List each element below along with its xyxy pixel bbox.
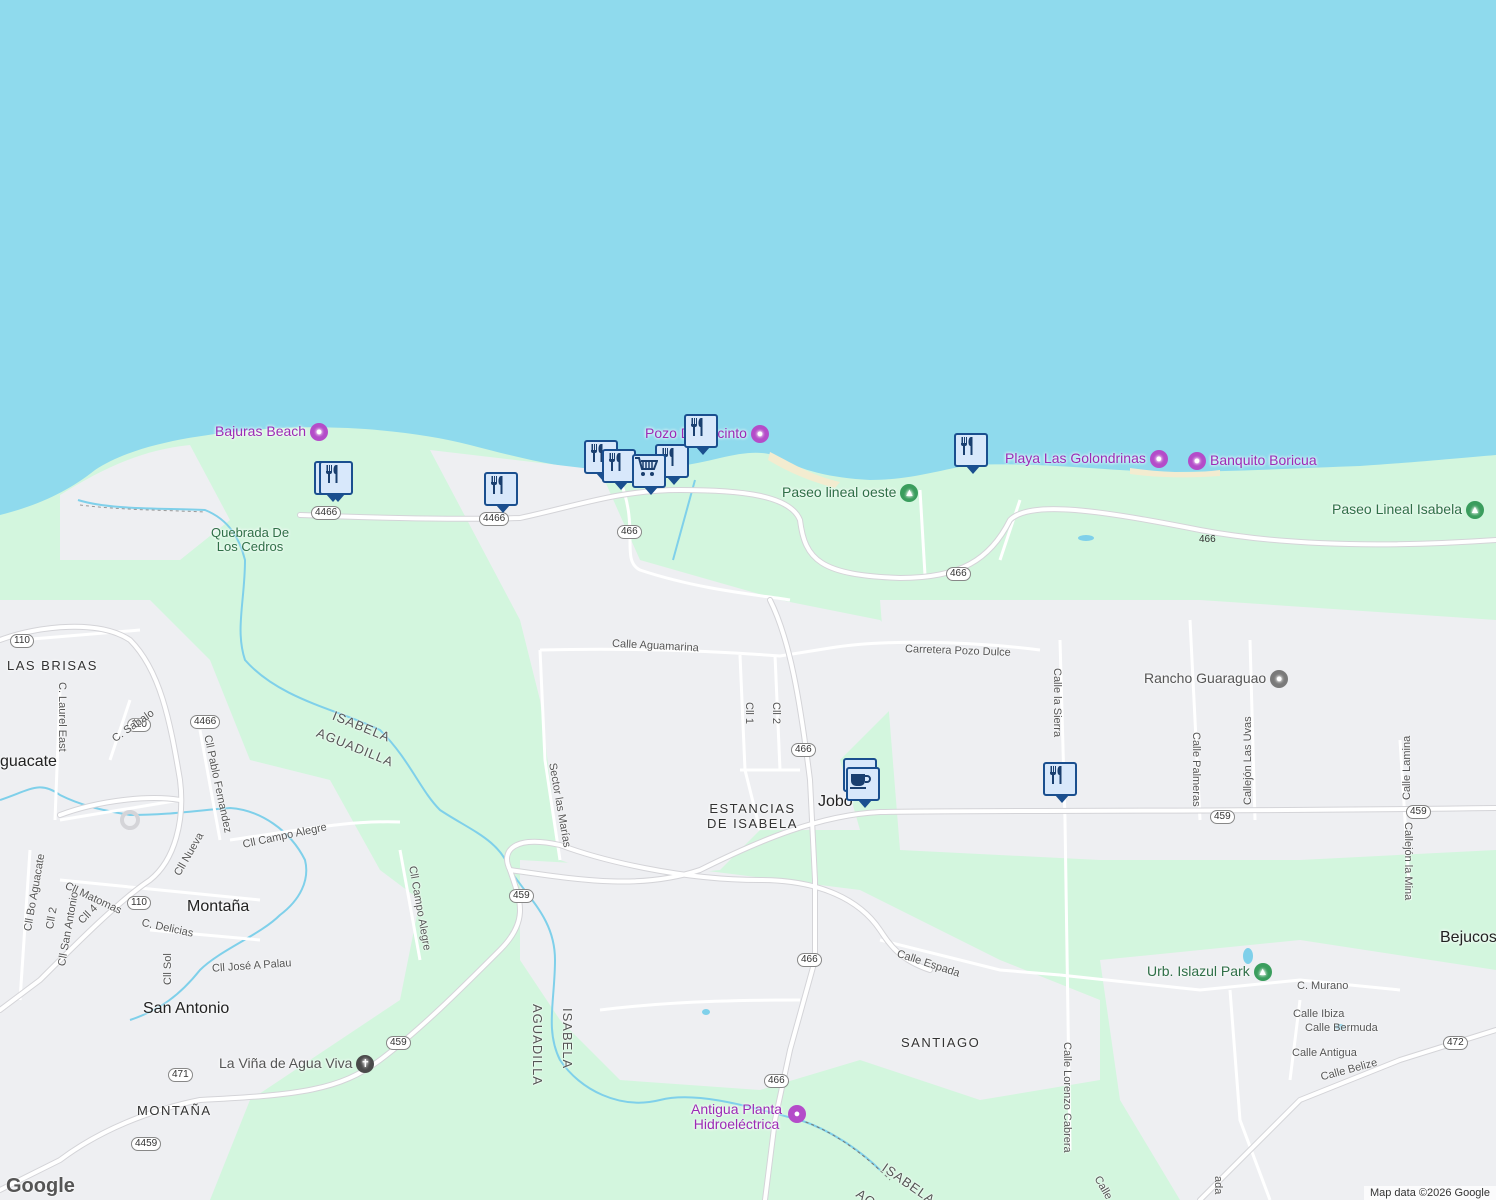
route-shield-459: 459 <box>1406 805 1431 819</box>
google-logo: Google <box>6 1175 75 1197</box>
street-cll-sol: Cll Sol <box>162 953 174 985</box>
area-estancias-de-isabela: ESTANCIAS DE ISABELA <box>707 801 798 831</box>
poi-label: La Viña de Agua Viva <box>219 1055 353 1071</box>
poi-bajuras-beach[interactable]: Bajuras Beach ● <box>215 423 329 442</box>
poi-la-vina-de-agua-viva[interactable]: La Viña de Agua Viva ✝ <box>219 1055 375 1074</box>
route-shield-110: 110 <box>127 896 151 910</box>
camera-icon: ● <box>1188 452 1206 471</box>
route-shield-459: 459 <box>1210 810 1235 824</box>
park-paseo-lineal-oeste[interactable]: Paseo lineal oeste ▲ <box>782 484 919 503</box>
poi-label: Rancho Guaraguao <box>1144 670 1267 686</box>
route-shield-110: 110 <box>10 634 34 648</box>
area-label-line-1: ESTANCIAS <box>709 801 796 816</box>
tree-icon: ▲ <box>1466 501 1484 520</box>
route-shield-466: 466 <box>764 1074 789 1088</box>
restaurant-icon <box>961 437 973 455</box>
restaurant-icon <box>1050 766 1062 784</box>
restaurant-marker[interactable] <box>484 472 518 513</box>
route-shield-4466: 4466 <box>190 715 221 729</box>
route-shield-466: 466 <box>617 525 642 539</box>
restaurant-marker[interactable] <box>1043 762 1077 803</box>
stream-label-line-1: Quebrada De <box>211 525 290 540</box>
municipality-aguadilla: AGUADILLA <box>530 1004 545 1086</box>
map-attribution[interactable]: Map data ©2026 Google <box>1363 1186 1496 1200</box>
restaurant-marker[interactable] <box>684 414 718 455</box>
route-label-466: 466 <box>1199 534 1216 545</box>
route-shield-472: 472 <box>1443 1036 1468 1050</box>
poi-label: Bajuras Beach <box>215 423 307 439</box>
camera-icon: ● <box>310 423 329 442</box>
restaurant-marker[interactable] <box>954 433 988 474</box>
street-fragment: ada <box>1212 1176 1224 1195</box>
street-cll-2: Cll 2 <box>770 702 782 725</box>
restaurant-marker[interactable] <box>602 449 636 490</box>
street-calle-la-sierra: Calle la Sierra <box>1051 668 1063 738</box>
restaurant-icon <box>609 453 621 471</box>
area-santiago: SANTIAGO <box>901 1035 981 1050</box>
route-shield-466: 466 <box>946 567 971 581</box>
street-calle-bermuda: Calle Bermuda <box>1305 1022 1378 1034</box>
street-callejon-las-uvas: Callejón Las Uvas <box>1242 716 1254 805</box>
tree-icon: ▲ <box>1253 963 1272 982</box>
park-label: Paseo Lineal Isabela <box>1332 501 1462 517</box>
street-c-laurel-east: C. Laurel East <box>56 682 68 752</box>
restaurant-icon <box>326 465 338 483</box>
street-c-murano: C. Murano <box>1297 980 1349 992</box>
town-bejucos: Bejucos <box>1440 929 1496 946</box>
street-calle-ibiza: Calle Ibiza <box>1293 1008 1345 1020</box>
poi-antigua-planta-hidroelectrica[interactable]: Antigua Planta Hidroeléctrica <box>691 1102 782 1132</box>
route-shield-4466: 4466 <box>479 512 510 526</box>
poi-playa-las-golondrinas[interactable]: Playa Las Golondrinas ● <box>1005 450 1168 469</box>
map-canvas[interactable]: 4466 4466 466 466 466 466 466 466 110 11… <box>0 0 1496 1200</box>
cross-icon: ✝ <box>356 1055 375 1074</box>
street-calle-lamina: Calle Lamina <box>1401 735 1413 800</box>
poi-label-line-1: Antigua Planta <box>691 1101 783 1117</box>
shopping-marker[interactable] <box>632 454 666 495</box>
park-paseo-lineal-isabela[interactable]: Paseo Lineal Isabela ▲ <box>1332 501 1484 520</box>
street-callejon-la-mina: Callejón la Mina <box>1402 822 1414 901</box>
route-shield-459: 459 <box>386 1036 411 1050</box>
restaurant-icon <box>691 418 703 436</box>
restaurant-marker[interactable] <box>319 461 353 502</box>
park-label: Urb. Islazul Park <box>1147 963 1250 979</box>
route-shield-471: 471 <box>168 1068 193 1082</box>
pin-icon: ● <box>1270 670 1289 689</box>
poi-banquito-boricua[interactable]: ● Banquito Boricua <box>1188 452 1317 471</box>
stream-quebrada-de-los-cedros: Quebrada De Los Cedros <box>211 526 289 554</box>
stream-label-line-2: Los Cedros <box>216 539 284 554</box>
park-label: Paseo lineal oeste <box>782 484 897 500</box>
camera-icon[interactable]: ● <box>788 1105 806 1123</box>
town-montana: Montaña <box>187 898 250 915</box>
area-label-line-2: DE ISABELA <box>707 816 798 831</box>
street-cll-1: Cll 1 <box>743 702 755 725</box>
town-san-antonio: San Antonio <box>143 1000 230 1017</box>
municipality-isabela: ISABELA <box>560 1008 575 1070</box>
area-las-brisas: LAS BRISAS <box>7 658 98 673</box>
restaurant-icon <box>491 476 503 494</box>
route-shield-466: 466 <box>791 743 816 757</box>
route-shield-466: 466 <box>797 953 822 967</box>
area-montana: MONTAÑA <box>137 1103 212 1118</box>
camera-icon: ● <box>750 425 769 444</box>
street-calle-palmeras: Calle Palmeras <box>1190 732 1202 807</box>
cafe-marker[interactable] <box>846 767 880 808</box>
street-calle-antigua: Calle Antigua <box>1292 1047 1357 1059</box>
poi-rancho-guaraguao[interactable]: Rancho Guaraguao ● <box>1144 670 1289 689</box>
map-base-layer <box>0 0 1496 1200</box>
town-aguacate: guacate <box>0 753 57 770</box>
camera-icon: ● <box>1149 450 1168 469</box>
shopping-cart-icon <box>635 457 658 476</box>
route-shield-4459: 4459 <box>131 1137 162 1151</box>
coffee-cup-icon <box>850 774 871 789</box>
poi-label-line-2: Hidroeléctrica <box>693 1116 780 1132</box>
poi-label: Playa Las Golondrinas <box>1005 450 1146 466</box>
park-urb-islazul[interactable]: Urb. Islazul Park ▲ <box>1147 963 1272 982</box>
route-shield-459: 459 <box>509 889 534 903</box>
poi-label: Banquito Boricua <box>1210 452 1317 468</box>
tree-icon: ▲ <box>900 484 919 503</box>
route-shield-4466: 4466 <box>311 506 342 520</box>
street-calle-lorenzo-cabrera: Calle Lorenzo Cabrera <box>1061 1042 1073 1153</box>
